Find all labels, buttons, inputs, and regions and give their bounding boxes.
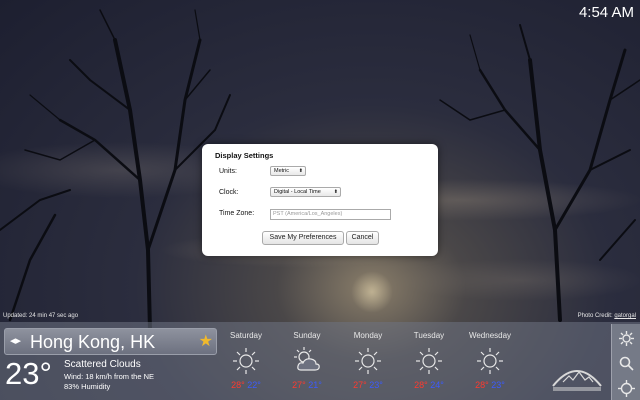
forecast-low: 23°	[369, 380, 383, 390]
search-icon[interactable]	[618, 355, 635, 372]
updated-status: Updated: 24 min 47 sec ago	[3, 313, 79, 319]
forecast-day-name: Tuesday	[413, 331, 445, 340]
city-arrows-icon[interactable]: ◂▸	[10, 334, 21, 347]
forecast-day: Monday 27° 23°	[340, 331, 396, 390]
clock-label: Clock:	[219, 189, 239, 196]
timezone-label: Time Zone:	[219, 210, 255, 217]
locate-icon[interactable]	[618, 380, 635, 397]
side-toolbar	[611, 324, 640, 400]
clock-display: 4:54 AM	[578, 4, 634, 21]
photo-credit-link[interactable]: gatorgal	[614, 313, 636, 319]
units-label: Units:	[219, 168, 237, 175]
current-temperature: 23°	[5, 356, 52, 391]
save-preferences-button[interactable]: Save My Preferences	[262, 231, 344, 245]
sun-icon	[401, 346, 457, 376]
forecast-day-name: Wednesday	[468, 331, 512, 340]
forecast-day: Tuesday 28° 24°	[401, 331, 457, 390]
cancel-button[interactable]: Cancel	[346, 231, 379, 245]
sun-icon	[462, 346, 518, 376]
clock-select[interactable]: Digital - Local Time ⬍	[270, 187, 341, 197]
forecast-day: Sunday 27° 21°	[279, 331, 335, 390]
forecast-high: 27°	[292, 380, 306, 390]
units-select[interactable]: Metric ⬍	[270, 166, 306, 176]
current-condition: Scattered Clouds	[64, 359, 141, 370]
photo-credit: Photo Credit: gatorgal	[578, 313, 636, 319]
partly-cloudy-icon	[279, 346, 335, 376]
forecast-high: 28°	[475, 380, 489, 390]
city-name: Hong Kong, HK	[30, 332, 156, 352]
units-select-value: Metric	[274, 168, 289, 174]
forecast-low: 21°	[308, 380, 322, 390]
timezone-input[interactable]: PST (America/Los_Angeles)	[270, 209, 391, 220]
city-selector[interactable]: ◂▸ Hong Kong, HK ★	[4, 328, 217, 355]
current-humidity: 83% Humidity	[64, 382, 111, 391]
forecast-high: 27°	[353, 380, 367, 390]
forecast-day: Saturday 28° 22°	[218, 331, 274, 390]
forecast-low: 22°	[247, 380, 261, 390]
forecast-low: 23°	[491, 380, 505, 390]
clock-select-value: Digital - Local Time	[274, 189, 321, 195]
settings-gear-icon[interactable]	[618, 330, 635, 347]
select-arrows-icon: ⬍	[298, 168, 303, 174]
display-settings-dialog: Display Settings Units: Metric ⬍ Clock: …	[202, 144, 438, 256]
wunderground-logo[interactable]	[551, 360, 603, 394]
sun-icon	[218, 346, 274, 376]
photo-credit-prefix: Photo Credit:	[577, 313, 615, 319]
forecast-day-name: Sunday	[293, 331, 321, 340]
favorite-star-icon[interactable]: ★	[199, 331, 213, 351]
sun-icon	[340, 346, 396, 376]
forecast-low: 24°	[430, 380, 444, 390]
forecast-high: 28°	[231, 380, 245, 390]
forecast-day-name: Monday	[353, 331, 383, 340]
forecast-high: 28°	[414, 380, 428, 390]
select-arrows-icon: ⬍	[333, 189, 338, 195]
current-wind: Wind: 18 km/h from the NE	[64, 372, 155, 381]
forecast-day-name: Saturday	[229, 331, 263, 340]
forecast-day: Wednesday 28° 23°	[462, 331, 518, 390]
dialog-title: Display Settings	[215, 151, 274, 160]
